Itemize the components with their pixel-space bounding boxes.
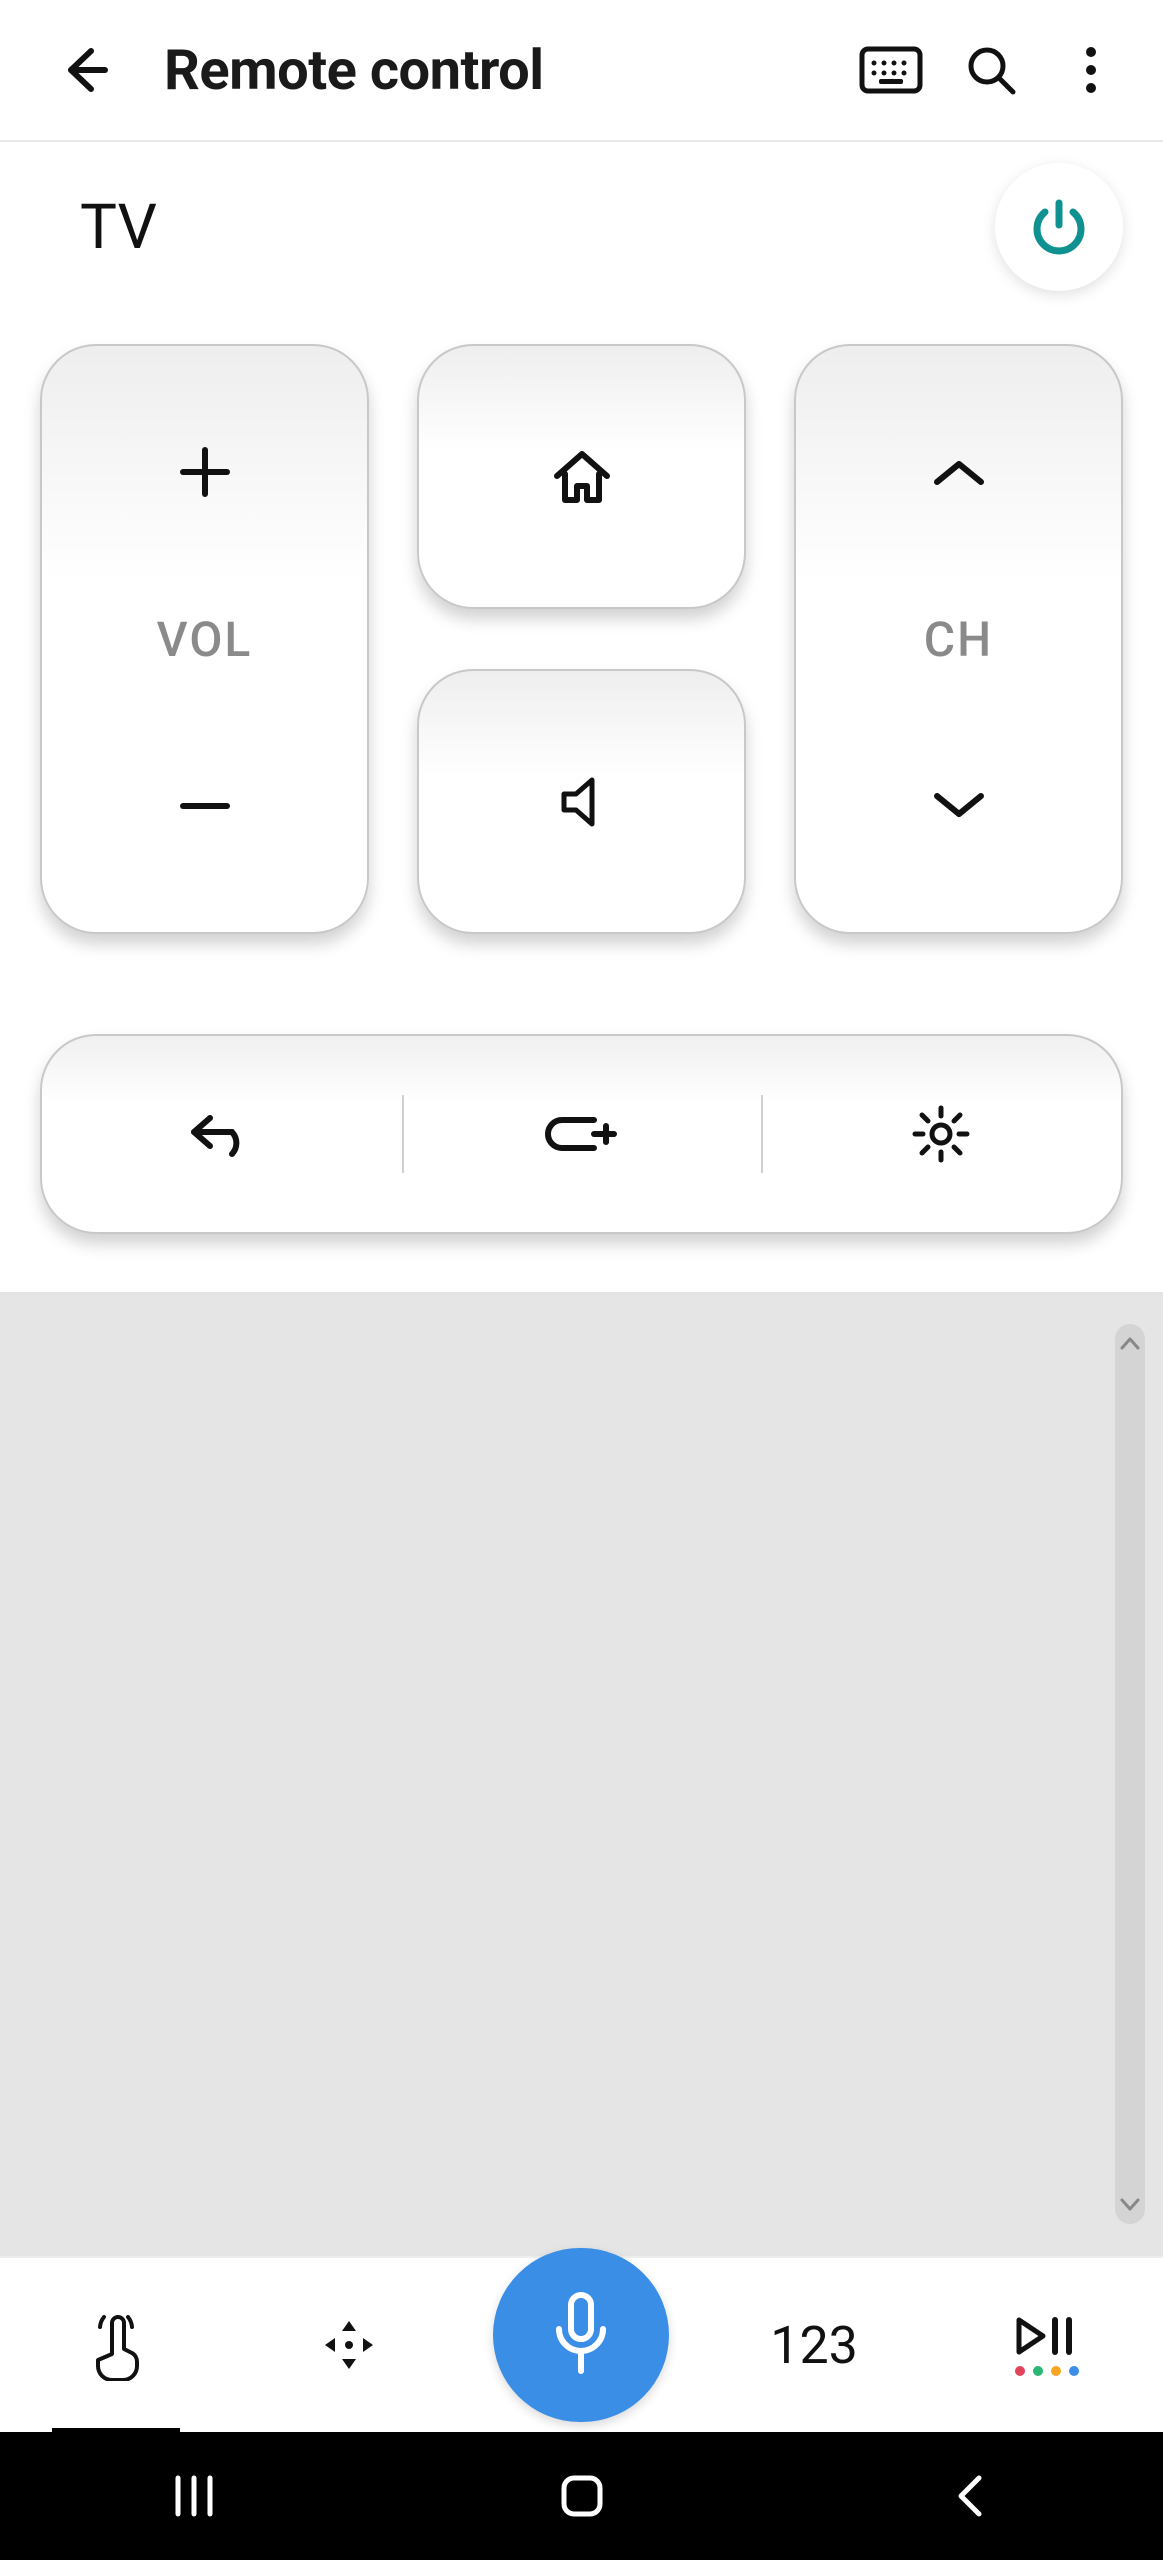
numbers-mode-button[interactable]: 123 xyxy=(698,2258,931,2432)
chevron-up-icon xyxy=(927,452,991,492)
color-dots xyxy=(1015,2366,1079,2376)
active-indicator xyxy=(52,2428,180,2434)
home-icon xyxy=(547,442,617,512)
channel-down-button[interactable] xyxy=(796,736,1121,876)
play-pause-icon xyxy=(1013,2314,1081,2358)
playback-mode-button[interactable] xyxy=(930,2258,1163,2432)
mute-button[interactable] xyxy=(417,669,746,934)
channel-label: CH xyxy=(924,611,993,668)
trackpad-area[interactable] xyxy=(0,1292,1163,2256)
dpad-mode-button[interactable] xyxy=(233,2258,466,2432)
return-icon xyxy=(186,1106,258,1162)
home-button[interactable] xyxy=(417,344,746,609)
settings-button[interactable] xyxy=(761,1036,1121,1232)
more-options-button[interactable] xyxy=(1047,26,1135,114)
keyboard-button[interactable] xyxy=(847,26,935,114)
more-vertical-icon xyxy=(1083,42,1099,98)
scroll-down-icon xyxy=(1120,2198,1140,2212)
app-bar: Remote control xyxy=(0,0,1163,140)
dpad-icon xyxy=(313,2309,385,2381)
search-icon xyxy=(963,42,1019,98)
power-icon xyxy=(1027,195,1091,259)
voice-button-slot xyxy=(465,2258,698,2432)
return-button[interactable] xyxy=(42,1036,402,1232)
keyboard-icon xyxy=(859,46,923,94)
arrow-left-icon xyxy=(57,43,111,97)
back-arrow-icon[interactable] xyxy=(40,26,128,114)
numbers-label: 123 xyxy=(770,2315,858,2376)
utility-row xyxy=(40,1034,1123,1234)
page-title: Remote control xyxy=(164,37,835,103)
search-button[interactable] xyxy=(947,26,1035,114)
recents-icon xyxy=(168,2474,220,2518)
nav-back-button[interactable] xyxy=(775,2472,1163,2520)
voice-button[interactable] xyxy=(493,2248,669,2422)
source-button[interactable] xyxy=(402,1036,762,1232)
microphone-icon xyxy=(545,2287,617,2383)
power-button[interactable] xyxy=(995,163,1123,291)
plus-icon xyxy=(173,440,237,504)
nav-home-button[interactable] xyxy=(388,2470,776,2522)
gear-icon xyxy=(911,1104,971,1164)
volume-up-button[interactable] xyxy=(42,402,367,542)
device-row: TV xyxy=(0,142,1163,312)
nav-home-icon xyxy=(556,2470,608,2522)
touch-icon xyxy=(86,2309,146,2381)
minus-icon xyxy=(173,774,237,838)
mode-bar: 123 xyxy=(0,2256,1163,2432)
nav-recents-button[interactable] xyxy=(0,2474,388,2518)
device-name: TV xyxy=(80,191,995,264)
source-icon xyxy=(544,1110,620,1158)
android-nav-bar xyxy=(0,2432,1163,2560)
volume-label: VOL xyxy=(157,611,253,668)
center-column xyxy=(417,344,746,934)
remote-grid: VOL CH xyxy=(0,312,1163,982)
channel-rocker: CH xyxy=(794,344,1123,934)
scrollbar[interactable] xyxy=(1115,1324,1145,2224)
touch-mode-button[interactable] xyxy=(0,2258,233,2432)
scroll-up-icon xyxy=(1120,1336,1140,1350)
channel-up-button[interactable] xyxy=(796,402,1121,542)
chevron-down-icon xyxy=(927,786,991,826)
speaker-icon xyxy=(550,770,614,834)
volume-down-button[interactable] xyxy=(42,736,367,876)
volume-rocker: VOL xyxy=(40,344,369,934)
nav-back-icon xyxy=(951,2472,987,2520)
